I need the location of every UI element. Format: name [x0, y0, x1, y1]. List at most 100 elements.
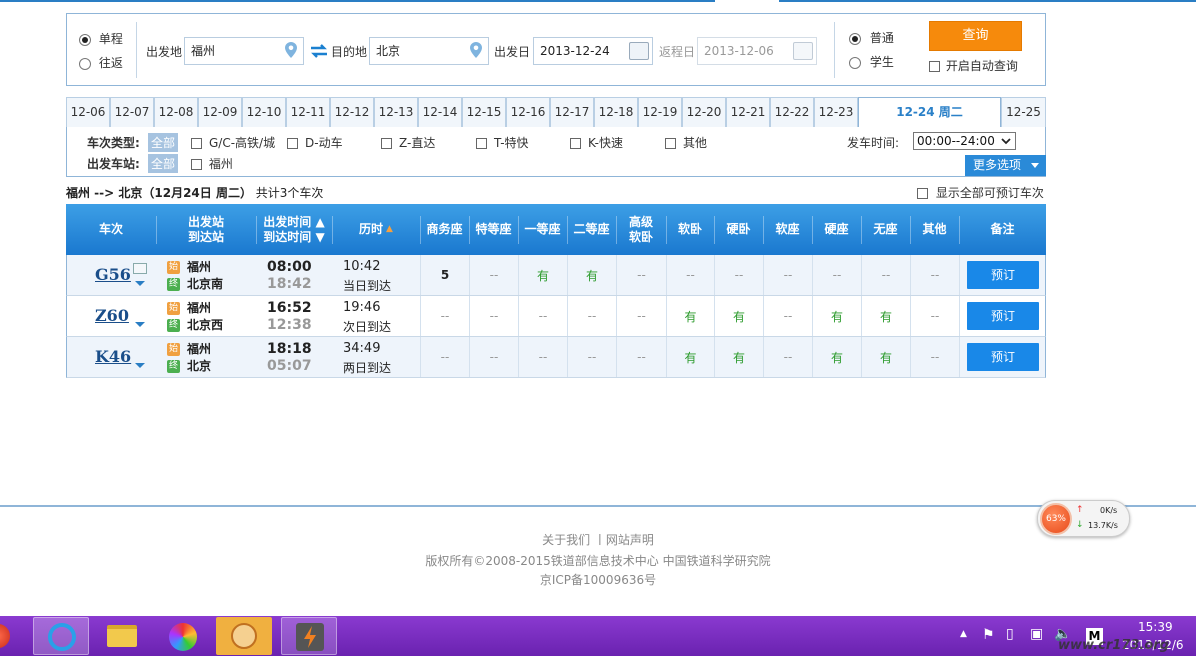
date-tab[interactable]: 12-07 [110, 97, 154, 127]
date-tab[interactable]: 12-10 [242, 97, 286, 127]
ticket-normal[interactable]: 普通 [849, 29, 894, 46]
train-number[interactable]: Z60 [95, 306, 129, 325]
date-tab[interactable]: 12-23 [814, 97, 858, 127]
seat-availability: 5 [420, 255, 469, 295]
more-options-label: 更多选项 [973, 158, 1022, 172]
tray-expand-icon[interactable]: ▲ [960, 629, 967, 639]
train-type-option[interactable]: T-特快 [476, 134, 529, 151]
auto-query[interactable]: 开启自动查询 [929, 57, 1018, 74]
clock-time[interactable]: 15:39 [1138, 620, 1173, 634]
expand-caret-icon[interactable] [135, 322, 145, 327]
expand-caret-icon[interactable] [135, 363, 145, 368]
location-pin-icon[interactable] [285, 42, 297, 58]
table-row: K46 始福州终北京 18:18 05:07 34:49 两日到达 -- -- -- -- -- 有有… [66, 337, 1046, 378]
date-tab[interactable]: 12-18 [594, 97, 638, 127]
oneway-radio[interactable] [79, 33, 91, 46]
train-type-option[interactable]: G/C-高铁/城 [191, 134, 275, 151]
train-type-checkbox[interactable] [287, 138, 298, 149]
train-type-checkbox[interactable] [570, 138, 581, 149]
more-options-button[interactable]: 更多选项 [965, 155, 1046, 176]
train-type-label: Z-直达 [399, 136, 436, 150]
taskbar-contacts[interactable] [216, 617, 272, 655]
date-tab[interactable]: 12-12 [330, 97, 374, 127]
roundtrip-label: 往返 [98, 56, 123, 70]
col-duration-sort[interactable]: 历时 ▲ [332, 204, 420, 255]
student-radio[interactable] [849, 56, 861, 69]
auto-query-checkbox[interactable] [929, 61, 940, 72]
start-orb-icon[interactable] [0, 624, 10, 648]
date-tab[interactable]: 12-15 [462, 97, 506, 127]
train-number[interactable]: G56 [95, 265, 131, 284]
roundtrip-radio[interactable] [79, 57, 91, 70]
train-type-checkbox[interactable] [381, 138, 392, 149]
calendar-icon[interactable] [793, 42, 813, 60]
duration: 19:46 [343, 300, 381, 315]
show-all-bookable[interactable]: 显示全部可预订车次 [917, 184, 1044, 201]
seat-availability: -- [469, 296, 518, 336]
train-type-all[interactable]: 全部 [148, 133, 179, 152]
date-tab[interactable]: 12-13 [374, 97, 418, 127]
train-type-option[interactable]: Z-直达 [381, 134, 435, 151]
station-all[interactable]: 全部 [148, 154, 179, 173]
flag-icon[interactable]: ⚑ [982, 627, 995, 643]
upload-arrow-icon: ↑ [1076, 505, 1084, 515]
seat-availability: -- [420, 337, 469, 377]
station-checkbox[interactable] [191, 159, 202, 170]
footer-icp[interactable]: 京ICP备10009636号 [0, 571, 1196, 588]
col-time-arr: 到达时间 ▼ [263, 229, 325, 244]
col-first: 一等座 [524, 222, 561, 236]
normal-radio[interactable] [849, 32, 861, 45]
date-tab[interactable]: 12-25 [1001, 97, 1046, 127]
taskbar-explorer[interactable] [95, 617, 151, 655]
departure-time-select[interactable]: 00:00--24:00 [913, 132, 1016, 150]
date-tab[interactable]: 12-19 [638, 97, 682, 127]
date-tab[interactable]: 12-24 周二 [858, 97, 1001, 128]
query-button[interactable]: 查询 [929, 21, 1022, 51]
arrival-day: 当日到达 [343, 279, 392, 293]
taskbar-media[interactable] [155, 617, 211, 655]
power-icon[interactable]: ▯ [1006, 626, 1014, 642]
seat-availability: -- [420, 296, 469, 336]
date-tab[interactable]: 12-20 [682, 97, 726, 127]
book-button[interactable]: 预订 [967, 302, 1039, 330]
arrival-day: 两日到达 [343, 361, 392, 375]
trip-oneway[interactable]: 单程 [79, 30, 123, 47]
network-speed-widget[interactable]: 63% ↑ 0K/s ↓ 13.7K/s [1037, 500, 1130, 537]
trip-roundtrip[interactable]: 往返 [79, 54, 123, 71]
taskbar-ticket-app[interactable] [281, 617, 337, 655]
network-icon[interactable]: ▣ [1030, 626, 1043, 642]
train-type-checkbox[interactable] [665, 138, 676, 149]
seat-availability: -- [469, 337, 518, 377]
location-pin-icon[interactable] [470, 42, 482, 58]
taskbar-ie[interactable] [33, 617, 89, 655]
date-tab[interactable]: 12-14 [418, 97, 462, 127]
train-type-checkbox[interactable] [476, 138, 487, 149]
seat-availability: -- [714, 255, 763, 295]
date-tab[interactable]: 12-08 [154, 97, 198, 127]
date-tab[interactable]: 12-21 [726, 97, 770, 127]
date-tab[interactable]: 12-17 [550, 97, 594, 127]
date-tab[interactable]: 12-16 [506, 97, 550, 127]
date-tab[interactable]: 12-11 [286, 97, 330, 127]
station-option[interactable]: 福州 [191, 155, 233, 172]
date-tab[interactable]: 12-09 [198, 97, 242, 127]
col-time-sort[interactable]: 出发时间 ▲ 到达时间 ▼ [256, 204, 332, 255]
train-type-checkbox[interactable] [191, 138, 202, 149]
date-tab[interactable]: 12-06 [66, 97, 110, 127]
swap-icon[interactable] [310, 43, 328, 59]
book-button[interactable]: 预订 [967, 343, 1039, 371]
expand-caret-icon[interactable] [135, 281, 145, 286]
date-tab[interactable]: 12-22 [770, 97, 814, 127]
train-type-option[interactable]: 其他 [665, 134, 707, 151]
departure-time: 18:18 [267, 341, 312, 357]
show-all-checkbox[interactable] [917, 188, 928, 199]
col-special: 特等座 [475, 222, 512, 236]
train-type-option[interactable]: K-快速 [570, 134, 623, 151]
footer-links[interactable]: 关于我们 丨网站声明 [0, 531, 1196, 548]
ticket-student[interactable]: 学生 [849, 53, 894, 70]
calendar-icon[interactable] [629, 42, 649, 60]
book-button[interactable]: 预订 [967, 261, 1039, 289]
train-type-option[interactable]: D-动车 [287, 134, 343, 151]
arrival-time: 05:07 [267, 358, 312, 374]
train-number[interactable]: K46 [95, 347, 131, 366]
